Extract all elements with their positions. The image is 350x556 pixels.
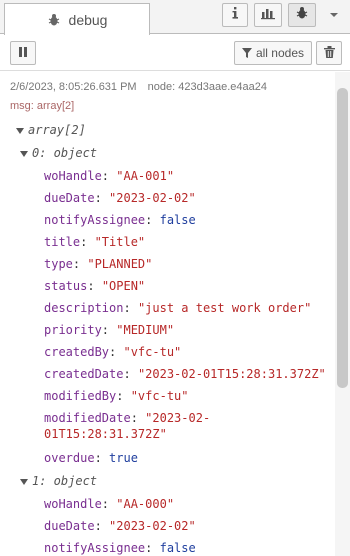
pause-icon (18, 46, 28, 61)
tree-field-row[interactable]: notifyAssignee: false (44, 212, 196, 228)
scrollbar-thumb[interactable] (337, 88, 348, 388)
field-separator: : (101, 169, 117, 183)
tree-field-row[interactable]: dueDate: "2023-02-02" (44, 190, 196, 206)
field-separator: : (101, 323, 117, 337)
pause-button[interactable] (10, 41, 36, 65)
field-key: woHandle (44, 169, 102, 183)
caret-down-icon (16, 127, 24, 134)
field-separator: : (94, 519, 110, 533)
tree-field-row[interactable]: createdDate: "2023-02-01T15:28:31.372Z" (44, 366, 326, 382)
field-separator: : (130, 411, 146, 425)
tree-field-row[interactable]: createdBy: "vfc-tu" (44, 344, 181, 360)
filter-nodes-label: all nodes (255, 46, 305, 60)
field-key: createdBy (44, 345, 110, 359)
debug-tab-button[interactable] (288, 3, 316, 27)
field-key: createdDate (44, 367, 124, 381)
filter-icon (241, 48, 252, 58)
field-value: "2023-02-01T15:28:31.372Z" (137, 367, 326, 381)
sidebar-tab-bar: debug (0, 0, 350, 35)
tree-field-row[interactable]: description: "just a test work order" (44, 300, 311, 316)
chevron-down-icon (329, 6, 339, 24)
field-key: overdue (44, 451, 95, 465)
field-value: "AA-000" (116, 497, 175, 511)
caret-down-icon (20, 478, 28, 485)
field-separator: : (101, 497, 117, 511)
tree-field-row[interactable]: modifiedDate: "2023-02-01T15:28:31.372Z" (44, 410, 234, 442)
dashboard-tab-button[interactable] (254, 3, 282, 27)
tree-field-row[interactable]: woHandle: "AA-001" (44, 168, 174, 184)
field-key: modifiedDate (44, 411, 131, 425)
tree-item-0-label: 0: object (32, 146, 98, 160)
field-separator: : (109, 345, 124, 359)
field-value: "2023-02-02" (109, 519, 196, 533)
field-separator: : (145, 541, 160, 555)
tree-item-1[interactable]: 1: object (20, 473, 97, 489)
tree-field-row[interactable]: type: "PLANNED" (44, 256, 152, 272)
tree-item-1-label: 1: object (32, 474, 98, 488)
tab-debug[interactable]: debug (4, 3, 150, 35)
field-separator: : (123, 301, 138, 315)
field-value: "PLANNED" (87, 257, 153, 271)
field-separator: : (123, 367, 138, 381)
message-timestamp: 2/6/2023, 8:05:26.631 PM (10, 81, 137, 93)
debug-toolbar: all nodes (0, 35, 350, 71)
tree-field-row[interactable]: overdue: true (44, 450, 138, 466)
field-separator: : (94, 191, 110, 205)
field-separator: : (80, 235, 95, 249)
field-key: priority (44, 323, 102, 337)
field-value: "OPEN" (101, 279, 146, 293)
field-value: false (159, 213, 196, 227)
tree-field-row[interactable]: title: "Title" (44, 234, 145, 250)
field-key: dueDate (44, 519, 95, 533)
field-key: dueDate (44, 191, 95, 205)
field-value: "vfc-tu" (123, 345, 182, 359)
field-key: notifyAssignee (44, 541, 146, 555)
tab-menu-button[interactable] (322, 3, 346, 27)
field-value: "AA-001" (116, 169, 175, 183)
field-value: true (109, 451, 138, 465)
field-value: "vfc-tu" (130, 389, 189, 403)
bug-icon (295, 6, 309, 25)
info-tab-button[interactable] (222, 3, 248, 27)
field-key: notifyAssignee (44, 213, 146, 227)
field-separator: : (116, 389, 131, 403)
field-separator: : (72, 257, 88, 271)
field-key: status (44, 279, 88, 293)
tree-root-label: array[2] (28, 123, 86, 137)
field-value: "2023-02-02" (109, 191, 196, 205)
field-key: modifiedBy (44, 389, 117, 403)
field-separator: : (87, 279, 102, 293)
tree-field-row[interactable]: notifyAssignee: false (44, 540, 196, 556)
message-node-id[interactable]: node: 423d3aae.e4aa24 (148, 81, 267, 93)
field-key: description (44, 301, 124, 315)
clear-messages-button[interactable] (316, 41, 342, 65)
tab-debug-label: debug (68, 11, 108, 28)
field-value: false (159, 541, 196, 555)
tree-field-row[interactable]: modifiedBy: "vfc-tu" (44, 388, 189, 404)
filter-nodes-button[interactable]: all nodes (234, 41, 312, 65)
field-separator: : (94, 451, 110, 465)
bar-chart-icon (260, 6, 276, 25)
field-value: "Title" (94, 235, 146, 249)
field-value: "MEDIUM" (116, 323, 175, 337)
field-key: woHandle (44, 497, 102, 511)
message-metadata: 2/6/2023, 8:05:26.631 PM node: 423d3aae.… (10, 81, 267, 93)
bug-icon (47, 13, 61, 27)
info-icon (230, 6, 240, 25)
field-separator: : (145, 213, 160, 227)
field-key: type (44, 257, 73, 271)
tree-item-0[interactable]: 0: object (20, 145, 97, 161)
tree-root[interactable]: array[2] (16, 122, 86, 138)
field-value: "just a test work order" (137, 301, 312, 315)
tree-field-row[interactable]: priority: "MEDIUM" (44, 322, 174, 338)
trash-icon (323, 45, 335, 61)
caret-down-icon (20, 150, 28, 157)
tree-field-row[interactable]: woHandle: "AA-000" (44, 496, 174, 512)
field-key: title (44, 235, 81, 249)
tree-field-row[interactable]: status: "OPEN" (44, 278, 145, 294)
tree-field-row[interactable]: dueDate: "2023-02-02" (44, 518, 196, 534)
message-topic: msg: array[2] (10, 100, 75, 112)
debug-message-list[interactable]: 2/6/2023, 8:05:26.631 PM node: 423d3aae.… (0, 72, 335, 556)
